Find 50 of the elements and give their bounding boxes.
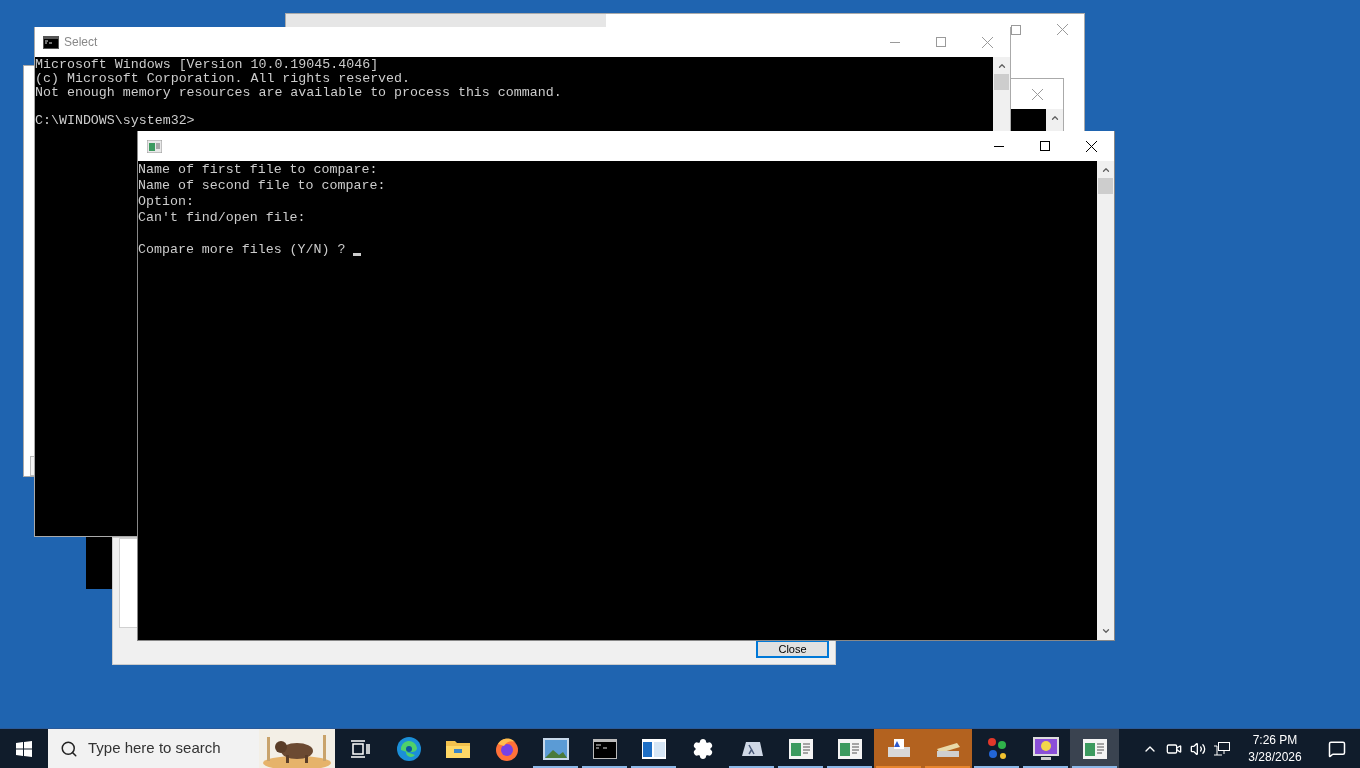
scroll-up-icon: [1049, 113, 1060, 123]
scroll-thumb[interactable]: [994, 74, 1009, 90]
network-icon[interactable]: [1214, 741, 1230, 756]
app-window-icon: [837, 738, 862, 759]
app-window-icon: [147, 139, 162, 153]
monitor-icon: [1032, 736, 1059, 761]
maximize-icon[interactable]: [1011, 25, 1021, 35]
maximize-icon: [936, 37, 946, 47]
search-icon: [60, 739, 78, 758]
close-icon: [981, 36, 993, 48]
minimize-icon: [890, 41, 900, 43]
search-input[interactable]: Type here to search: [88, 737, 258, 760]
notifications-icon: [1328, 739, 1346, 758]
console-prompt: C:\WINDOWS\system32>: [35, 114, 195, 128]
scroll-up-icon: [996, 61, 1007, 71]
clock-date: 3/28/2026: [1248, 748, 1302, 766]
window-title: Select: [64, 34, 98, 51]
console-line: Not enough memory resources are available to process this command.: [35, 86, 562, 100]
console-line: Name of second file to compare:: [138, 178, 386, 194]
folder-icon: [445, 738, 470, 759]
image-icon: [542, 737, 569, 760]
console-icon: [43, 35, 59, 49]
close-icon: [1031, 88, 1043, 100]
task-view-icon: [349, 739, 370, 758]
console-line: Name of first file to compare:: [138, 162, 378, 178]
console-icon: [592, 738, 617, 759]
console-line: (c) Microsoft Corporation. All rights reserved.: [35, 72, 411, 86]
console-area: [1011, 109, 1046, 131]
scroll-thumb[interactable]: [1098, 178, 1113, 194]
console-prompt: Compare more files (Y/N) ?: [138, 242, 347, 258]
maximize-icon: [1040, 141, 1050, 151]
console-line: Microsoft Windows [Version 10.0.19045.4046]: [35, 58, 379, 72]
window-icon: [641, 738, 666, 759]
scroll-up-icon: [1100, 165, 1111, 175]
console-line: Option:: [138, 194, 194, 210]
volume-icon[interactable]: [1190, 740, 1206, 757]
clock[interactable]: 7:26 PM 3/28/2026: [1236, 729, 1314, 768]
firefox-icon: [493, 735, 520, 762]
scroll-down-icon: [1100, 626, 1111, 636]
minimize-icon: [994, 145, 1004, 147]
search-field[interactable]: Type here to search: [48, 729, 335, 768]
app-window-icon: [1082, 738, 1107, 759]
windows-logo-icon: [16, 740, 32, 757]
taskbar-button[interactable]: [1070, 729, 1119, 768]
app-window-icon: [788, 738, 813, 759]
console-line: Can't find/open file:: [138, 210, 306, 226]
clock-time: 7:26 PM: [1252, 731, 1298, 749]
close-icon: [1085, 140, 1097, 152]
edge-icon: [395, 735, 422, 762]
close-icon[interactable]: [1057, 24, 1068, 35]
